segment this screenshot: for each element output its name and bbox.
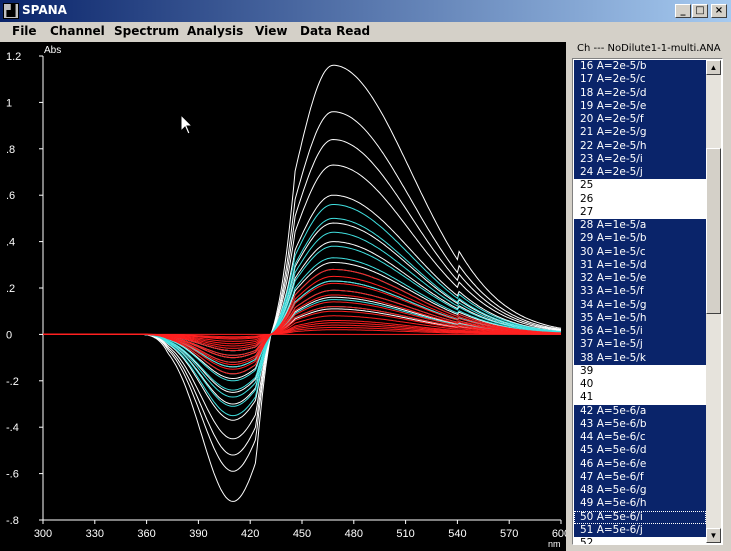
- list-item[interactable]: 42 A=5e-6/a: [574, 404, 706, 418]
- list-item[interactable]: 37 A=1e-5/j: [574, 338, 706, 352]
- y-tick-label: 1: [6, 97, 12, 109]
- y-tick-label: 0: [6, 329, 12, 341]
- list-item[interactable]: 44 A=5e-6/c: [574, 431, 706, 445]
- list-item[interactable]: 43 A=5e-6/b: [574, 417, 706, 431]
- y-tick-label: -.4: [6, 422, 19, 434]
- list-item[interactable]: 30 A=1e-5/c: [574, 245, 706, 259]
- y-axis-label: Abs: [44, 45, 61, 56]
- list-item[interactable]: 47 A=5e-6/f: [574, 470, 706, 484]
- y-tick-label: .8: [6, 144, 15, 156]
- list-item[interactable]: 48 A=5e-6/g: [574, 484, 706, 498]
- spectrum-list: 16 A=2e-5/b 17 A=2e-5/c 18 A=2e-5/d 19 A=2e…: [574, 60, 706, 544]
- spectrum-listbox[interactable]: 16 A=2e-5/b 17 A=2e-5/c 18 A=2e-5/d 19 A=2e…: [572, 58, 723, 545]
- close-button[interactable]: ×: [711, 4, 727, 18]
- x-tick-label: 510: [396, 528, 414, 540]
- y-tick-label: .4: [6, 237, 15, 249]
- list-item[interactable]: 22 A=2e-5/h: [574, 139, 706, 153]
- channel-panel: Ch --- NoDilute1-1-multi.ANA 16 A=2e-5/b…: [566, 42, 731, 551]
- list-item[interactable]: 27: [574, 205, 706, 219]
- list-item[interactable]: 52: [574, 537, 706, 544]
- y-tick-label: 1.2: [6, 51, 21, 63]
- arrow-up-icon[interactable]: ▲: [706, 60, 721, 75]
- list-item[interactable]: 46 A=5e-6/e: [574, 457, 706, 471]
- list-item[interactable]: 24 A=2e-5/j: [574, 166, 706, 180]
- maximize-button[interactable]: □: [692, 4, 708, 18]
- x-tick-label: 540: [448, 528, 466, 540]
- window-title: SPANA: [22, 3, 67, 17]
- x-tick-label: 420: [241, 528, 259, 540]
- list-item[interactable]: 36 A=1e-5/i: [574, 325, 706, 339]
- menu-data-read[interactable]: Data Read: [300, 24, 370, 38]
- list-item[interactable]: 21 A=2e-5/g: [574, 126, 706, 140]
- minimize-button[interactable]: _: [675, 4, 691, 18]
- x-tick-label: 450: [293, 528, 311, 540]
- list-item[interactable]: 51 A=5e-6/j: [574, 523, 706, 537]
- x-tick-label: 330: [86, 528, 104, 540]
- list-scrollbar[interactable]: ▲ ▼: [706, 60, 721, 543]
- list-item[interactable]: 33 A=1e-5/f: [574, 285, 706, 299]
- list-item[interactable]: 19 A=2e-5/e: [574, 99, 706, 113]
- y-tick-label: -.8: [6, 515, 19, 527]
- x-tick-label: 480: [345, 528, 363, 540]
- list-item[interactable]: 49 A=5e-6/h: [574, 497, 706, 511]
- list-item[interactable]: 34 A=1e-5/g: [574, 298, 706, 312]
- scrollbar-thumb[interactable]: [706, 148, 721, 314]
- menu-view[interactable]: View: [255, 24, 287, 38]
- menu-analysis[interactable]: Analysis: [187, 24, 243, 38]
- menu-file[interactable]: File: [12, 24, 37, 38]
- y-tick-label: .2: [6, 283, 15, 295]
- list-item[interactable]: 45 A=5e-6/d: [574, 444, 706, 458]
- list-item[interactable]: 41: [574, 391, 706, 405]
- list-item[interactable]: 18 A=2e-5/d: [574, 86, 706, 100]
- arrow-down-icon[interactable]: ▼: [706, 528, 721, 543]
- list-item[interactable]: 25: [574, 179, 706, 193]
- list-item[interactable]: 35 A=1e-5/h: [574, 311, 706, 325]
- list-item[interactable]: 39: [574, 364, 706, 378]
- list-item[interactable]: 50 A=5e-6/i: [574, 510, 706, 524]
- x-tick-label: 390: [189, 528, 207, 540]
- title-bar: ▟ SPANA _ □ ×: [0, 0, 731, 22]
- menu-bar: File Channel Spectrum Analysis View Data…: [0, 22, 731, 42]
- list-item[interactable]: 28 A=1e-5/a: [574, 219, 706, 233]
- list-item[interactable]: 17 A=2e-5/c: [574, 73, 706, 87]
- chart-app-icon[interactable]: ▟: [3, 3, 19, 19]
- spectrum-plot[interactable]: 1.2 1 .8 .6 .4 .2 0 -.2 -.4 -.6 -.8 300 330 360 390 420…: [0, 42, 566, 551]
- menu-channel[interactable]: Channel: [50, 24, 105, 38]
- channel-panel-title: Ch --- NoDilute1-1-multi.ANA: [577, 43, 721, 54]
- menu-spectrum[interactable]: Spectrum: [114, 24, 179, 38]
- list-item[interactable]: 32 A=1e-5/e: [574, 272, 706, 286]
- x-axis-label: nm: [548, 539, 561, 549]
- x-tick-label: 300: [34, 528, 52, 540]
- list-item[interactable]: 40: [574, 378, 706, 392]
- list-item[interactable]: 16 A=2e-5/b: [574, 60, 706, 74]
- x-tick-label: 360: [137, 528, 155, 540]
- list-item[interactable]: 38 A=1e-5/k: [574, 351, 706, 365]
- list-item[interactable]: 20 A=2e-5/f: [574, 113, 706, 127]
- list-item[interactable]: 29 A=1e-5/b: [574, 232, 706, 246]
- x-tick-label: 570: [500, 528, 518, 540]
- y-tick-label: -.2: [6, 376, 19, 388]
- y-tick-label: -.6: [6, 469, 19, 481]
- list-item[interactable]: 31 A=1e-5/d: [574, 258, 706, 272]
- list-item[interactable]: 26: [574, 192, 706, 206]
- y-tick-label: .6: [6, 190, 15, 202]
- list-item[interactable]: 23 A=2e-5/i: [574, 152, 706, 166]
